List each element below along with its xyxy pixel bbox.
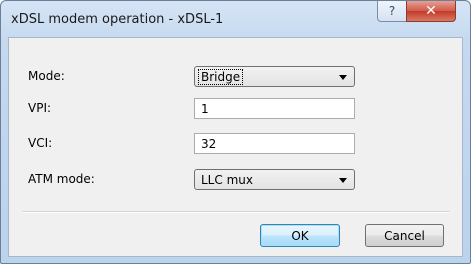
atm-mode-label: ATM mode: <box>28 172 95 186</box>
ok-button[interactable]: OK <box>260 224 340 247</box>
atm-mode-value: LLC mux <box>201 173 253 187</box>
help-button[interactable]: ? <box>377 1 407 22</box>
dialog-body: Mode: Bridge VPI: 1 VCI: 32 ATM mode: LL… <box>8 37 463 257</box>
mode-dropdown[interactable]: Bridge <box>194 66 355 87</box>
mode-value: Bridge <box>197 69 244 85</box>
dialog-window: xDSL modem operation - xDSL-1 ? ✕ Mode: … <box>0 0 471 264</box>
title-bar[interactable]: xDSL modem operation - xDSL-1 ? ✕ <box>1 1 470 37</box>
vpi-input[interactable]: 1 <box>194 98 355 119</box>
vci-input[interactable]: 32 <box>194 133 355 154</box>
window-title: xDSL modem operation - xDSL-1 <box>11 12 224 27</box>
close-icon: ✕ <box>425 3 437 19</box>
close-button[interactable]: ✕ <box>406 1 456 22</box>
cancel-button[interactable]: Cancel <box>365 224 444 247</box>
vci-label: VCI: <box>28 136 53 150</box>
vci-value: 32 <box>201 137 217 151</box>
vpi-label: VPI: <box>28 101 52 115</box>
mode-label: Mode: <box>28 69 65 83</box>
chevron-down-icon <box>339 75 347 80</box>
divider <box>22 211 450 213</box>
chevron-down-icon <box>339 178 347 183</box>
vpi-value: 1 <box>201 102 209 116</box>
help-icon: ? <box>388 4 396 18</box>
atm-mode-dropdown[interactable]: LLC mux <box>194 169 355 190</box>
